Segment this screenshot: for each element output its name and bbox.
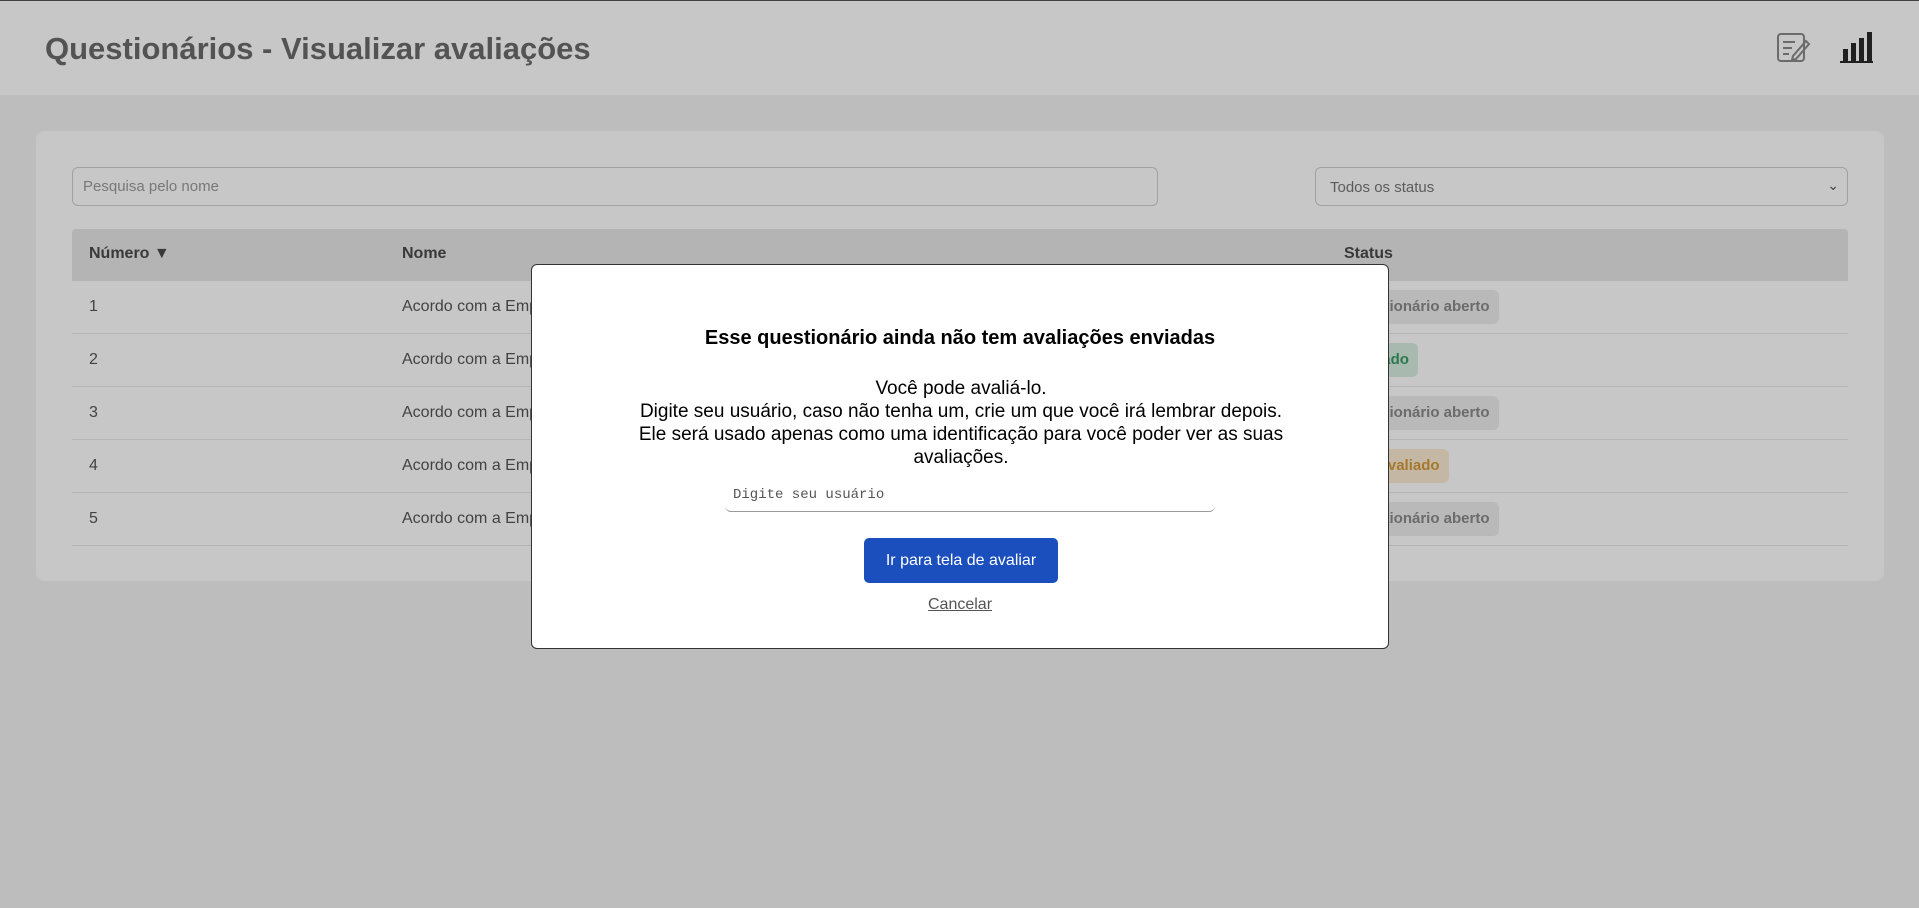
username-input[interactable] [725,478,1215,512]
dialog-message-line: Digite seu usuário, caso não tenha um, c… [639,401,1283,422]
go-to-evaluate-button[interactable]: Ir para tela de avaliar [864,538,1058,583]
evaluate-dialog: Esse questionário ainda não tem avaliaçõ… [531,264,1389,649]
dialog-message-line: Você pode avaliá-lo. [875,378,1047,399]
dialog-title: Esse questionário ainda não tem avaliaçõ… [704,327,1216,349]
dialog-message: Você pode avaliá-lo. Digite seu usuário,… [602,377,1320,469]
dialog-message-line: Ele será usado apenas como uma identific… [638,424,1284,468]
cancel-link[interactable]: Cancelar [532,596,1388,614]
